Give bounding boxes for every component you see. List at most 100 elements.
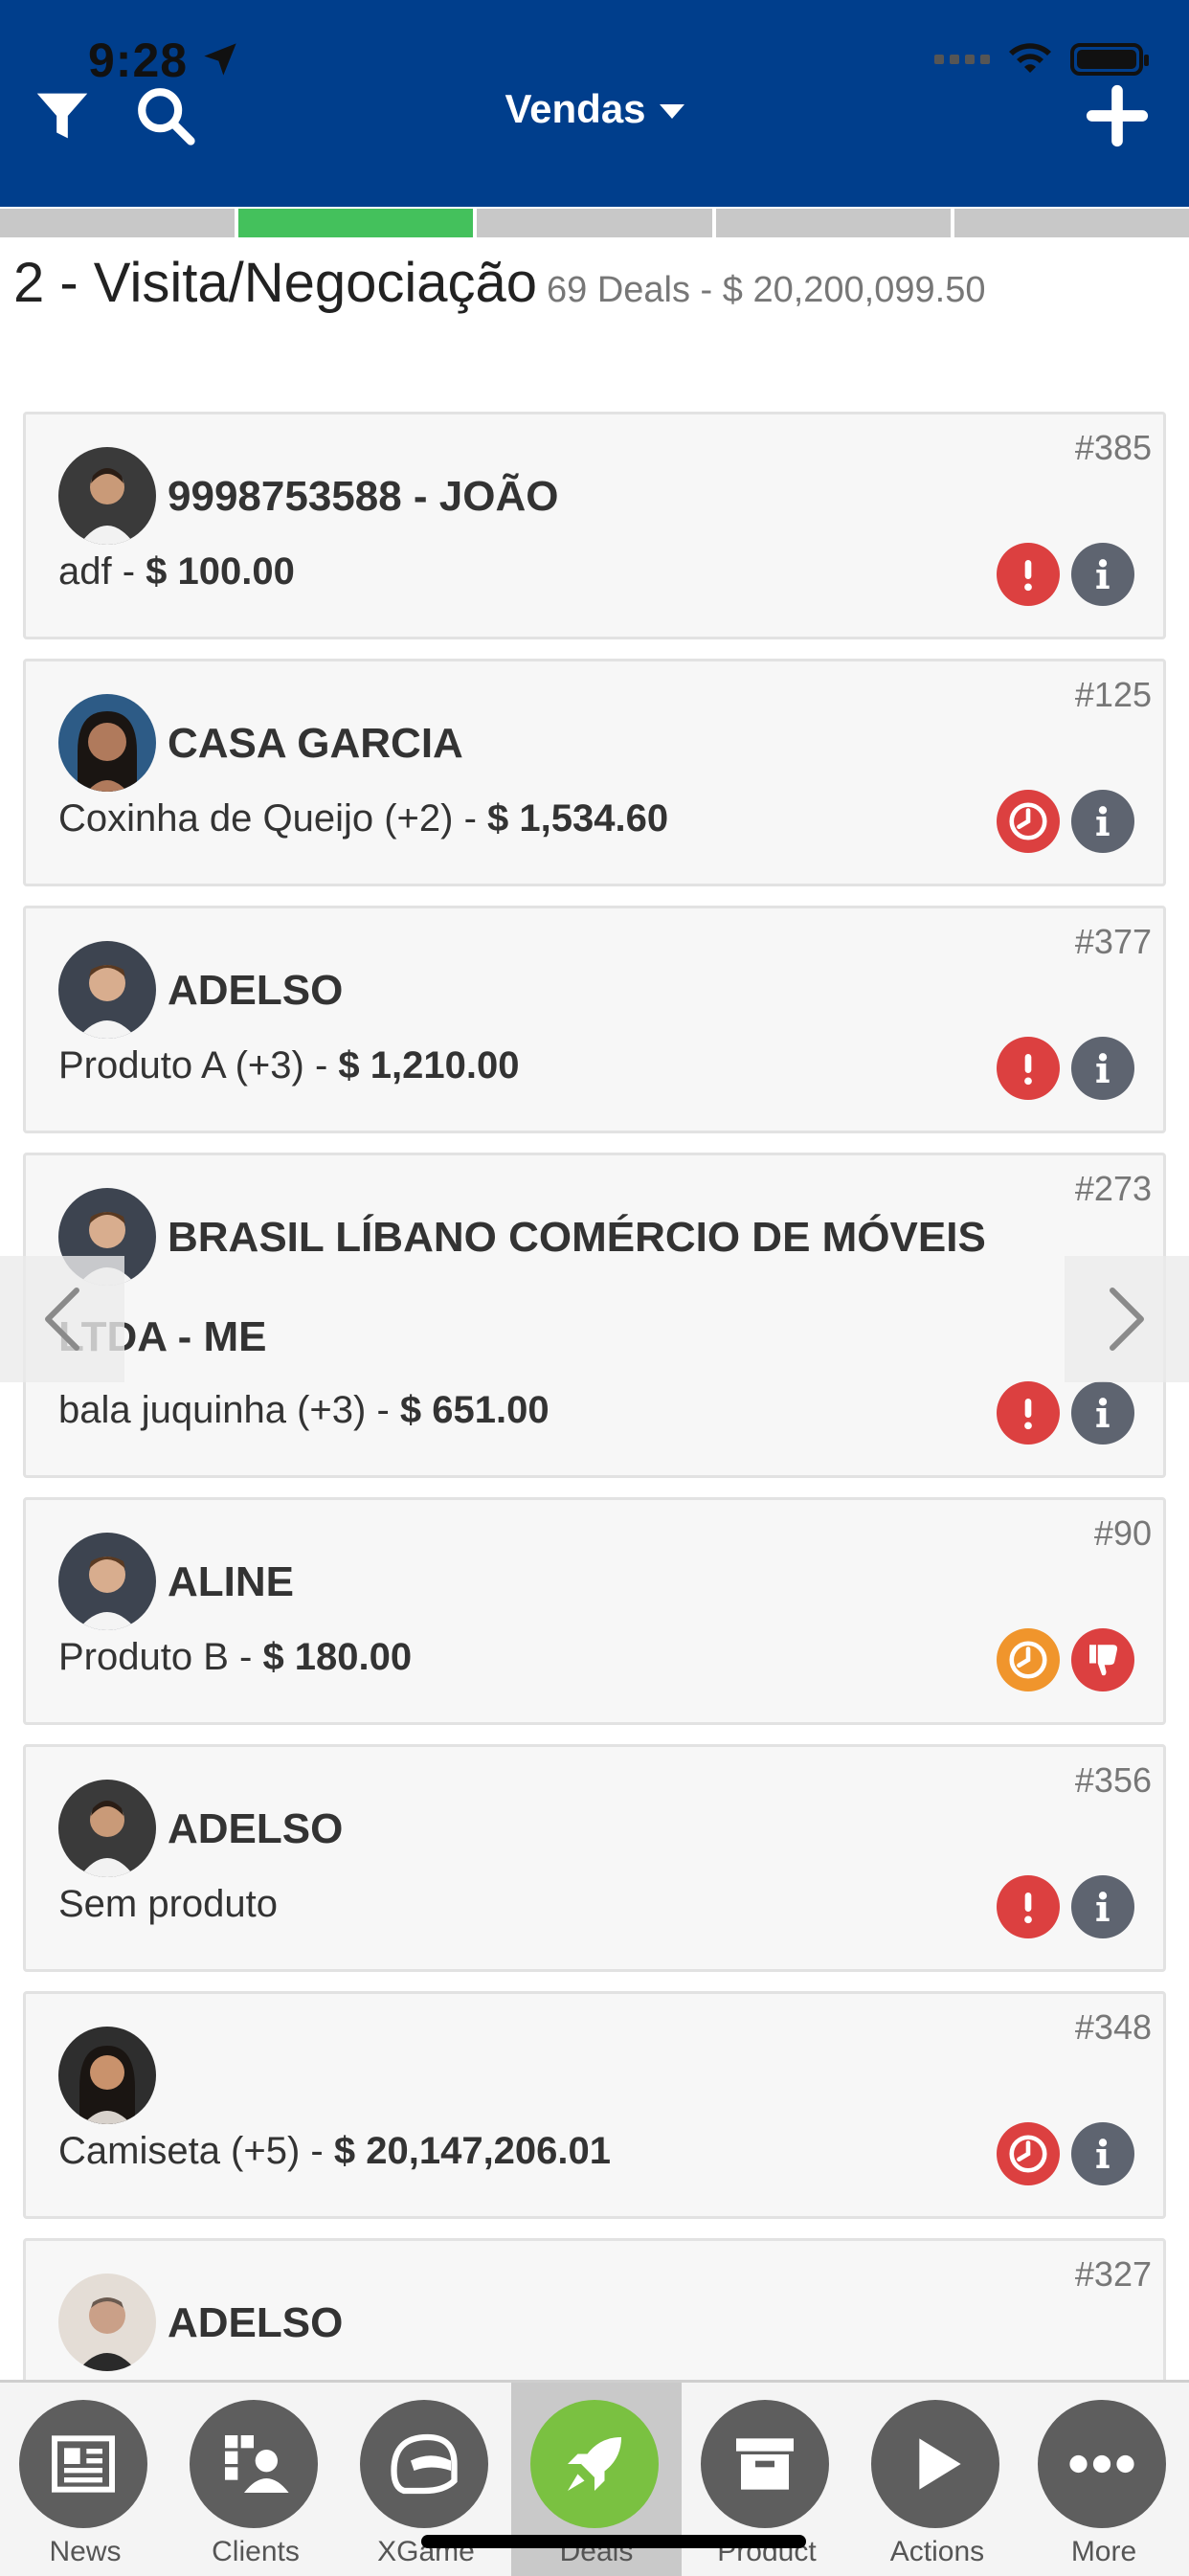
deal-amount: $ 20,147,206.01 — [333, 2130, 612, 2172]
status-indicators — [934, 42, 1149, 77]
thumbs-down-icon[interactable] — [1071, 1628, 1134, 1691]
alert-icon[interactable] — [997, 543, 1060, 606]
battery-icon — [1070, 43, 1149, 76]
deal-number: #90 — [1093, 1513, 1152, 1553]
deal-card[interactable]: #125 CASA GARCIA Coxinha de Queijo (+2) … — [23, 659, 1166, 886]
deal-amount: $ 1,534.60 — [487, 797, 669, 840]
stage-progress[interactable] — [0, 209, 1189, 237]
clock-icon[interactable] — [997, 790, 1060, 853]
deal-product: adf - — [58, 550, 146, 593]
avatar — [58, 1533, 156, 1630]
tab-clients[interactable]: Clients — [170, 2383, 341, 2576]
box-icon — [701, 2400, 829, 2528]
deal-product: bala juquinha (+3) - — [58, 1389, 400, 1431]
client-name: ALINE — [168, 1558, 294, 1605]
info-icon[interactable] — [1071, 2122, 1134, 2185]
chevron-down-icon — [659, 104, 684, 120]
next-stage-button[interactable] — [1065, 1256, 1189, 1382]
deal-card[interactable]: #348 Camiseta (+5) - $ 20,147,206.01 — [23, 1991, 1166, 2219]
deal-product: Camiseta (+5) - — [58, 2130, 334, 2172]
tab-actions[interactable]: Actions — [852, 2383, 1022, 2576]
client-name: BRASIL LÍBANO COMÉRCIO DE MÓVEIS LTDA - … — [58, 1214, 986, 1360]
deal-summary: Coxinha de Queijo (+2) - $ 1,534.60 — [58, 797, 668, 840]
info-icon[interactable] — [1071, 543, 1134, 606]
app-header: 9:28 Vendas — [0, 0, 1189, 207]
stage-3[interactable] — [477, 209, 712, 237]
alert-icon[interactable] — [997, 1875, 1060, 1938]
location-arrow-icon — [204, 43, 236, 76]
stage-1[interactable] — [0, 209, 236, 237]
stage-header: 2 - Visita/Negociação 69 Deals - $ 20,200… — [13, 251, 985, 315]
more-icon — [1038, 2400, 1166, 2528]
client-name: ADELSO — [168, 2299, 344, 2346]
deal-number: #327 — [1074, 2254, 1152, 2294]
deal-status-icons — [997, 1875, 1134, 1938]
info-icon[interactable] — [1071, 1875, 1134, 1938]
tab-label: More — [1070, 2536, 1137, 2567]
avatar — [58, 447, 156, 545]
info-icon[interactable] — [1071, 1037, 1134, 1100]
previous-stage-button[interactable] — [0, 1256, 124, 1382]
rocket-icon — [530, 2400, 659, 2528]
deal-status-icons — [997, 1381, 1134, 1445]
info-icon[interactable] — [1071, 790, 1134, 853]
clock-icon[interactable] — [997, 2122, 1060, 2185]
deal-status-icons — [997, 790, 1134, 853]
deal-summary: bala juquinha (+3) - $ 651.00 — [58, 1389, 550, 1432]
stage-4[interactable] — [715, 209, 951, 237]
tab-label: News — [49, 2536, 122, 2567]
deal-summary: Camiseta (+5) - $ 20,147,206.01 — [58, 2130, 611, 2173]
tab-label: Clients — [212, 2536, 300, 2567]
deal-card[interactable]: #377 ADELSO Produto A (+3) - $ 1,210.00 — [23, 906, 1166, 1133]
stage-title: 2 - Visita/Negociação — [13, 252, 538, 314]
stage-summary: 69 Deals - $ 20,200,099.50 — [547, 270, 986, 310]
newspaper-icon — [19, 2400, 147, 2528]
deal-amount: $ 1,210.00 — [338, 1044, 520, 1086]
helmet-icon — [360, 2400, 488, 2528]
deal-number: #356 — [1074, 1760, 1152, 1800]
home-indicator[interactable] — [421, 2535, 806, 2548]
deal-summary: Sem produto — [58, 1883, 278, 1926]
alert-icon[interactable] — [997, 1037, 1060, 1100]
tab-news[interactable]: News — [0, 2383, 170, 2576]
status-time: 9:28 — [88, 34, 189, 87]
deal-number: #377 — [1074, 922, 1152, 961]
play-icon — [871, 2400, 999, 2528]
tab-label: Actions — [889, 2536, 985, 2567]
deal-amount: $ 651.00 — [399, 1389, 550, 1431]
deal-status-icons — [997, 2122, 1134, 2185]
pipeline-selector[interactable]: Vendas — [0, 86, 1189, 132]
deal-product: Produto B - — [58, 1636, 263, 1678]
deal-number: #348 — [1074, 2007, 1152, 2047]
deal-product: Produto A (+3) - — [58, 1044, 339, 1086]
alert-icon[interactable] — [997, 1381, 1060, 1445]
client-name: ADELSO — [168, 1805, 344, 1852]
deal-product: Sem produto — [58, 1883, 279, 1925]
deal-card[interactable]: #273 BRASIL LÍBANO COMÉRCIO DE MÓVEIS LT… — [23, 1153, 1166, 1478]
client-name: CASA GARCIA — [168, 720, 463, 767]
avatar — [58, 694, 156, 792]
clock-icon[interactable] — [997, 1628, 1060, 1691]
chevron-right-icon — [1110, 1288, 1144, 1351]
deal-card[interactable]: #385 9998753588 - JOÃO adf - $ 100.00 — [23, 412, 1166, 639]
deal-summary: Produto B - $ 180.00 — [58, 1636, 412, 1679]
avatar — [58, 2274, 156, 2371]
avatar — [58, 2027, 156, 2124]
info-icon[interactable] — [1071, 1381, 1134, 1445]
deals-list: #385 9998753588 - JOÃO adf - $ 100.00 #1… — [23, 412, 1166, 2485]
deal-status-icons — [997, 1037, 1134, 1100]
avatar — [58, 941, 156, 1039]
stage-5[interactable] — [953, 209, 1189, 237]
avatar — [58, 1780, 156, 1877]
deal-summary: Produto A (+3) - $ 1,210.00 — [58, 1044, 519, 1087]
pipeline-title: Vendas — [505, 86, 646, 131]
client-name: 9998753588 - JOÃO — [168, 473, 559, 520]
deal-card[interactable]: #356 ADELSO Sem produto — [23, 1744, 1166, 1972]
deal-amount: $ 180.00 — [262, 1636, 413, 1678]
add-icon[interactable] — [1084, 82, 1151, 149]
deal-number: #125 — [1074, 675, 1152, 714]
deal-card[interactable]: #90 ALINE Produto B - $ 180.00 — [23, 1497, 1166, 1725]
tab-more[interactable]: More — [1019, 2383, 1189, 2576]
stage-2[interactable] — [238, 209, 474, 237]
deal-summary: adf - $ 100.00 — [58, 550, 295, 594]
